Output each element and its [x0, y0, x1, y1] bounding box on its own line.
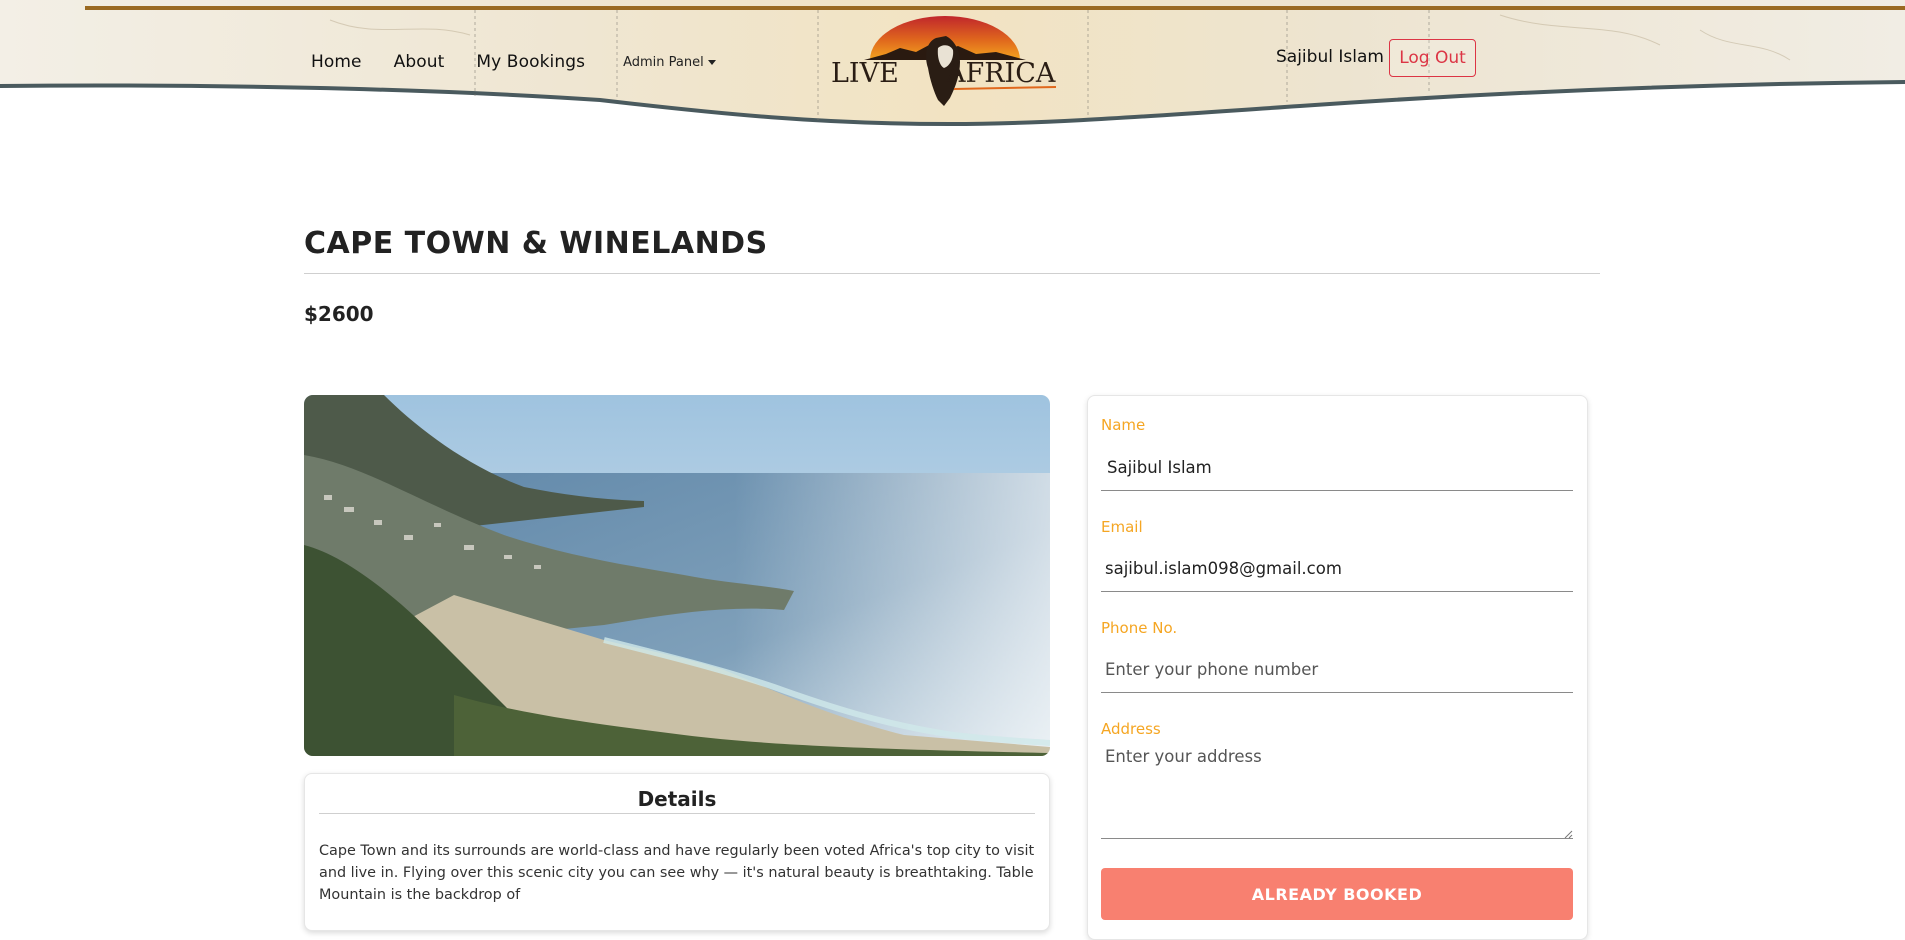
booking-form: Name Email Phone No. Address ALREADY BOO…: [1087, 395, 1588, 940]
svg-text:AFRICA: AFRICA: [945, 58, 1056, 89]
title-divider: [304, 273, 1600, 274]
already-booked-button[interactable]: ALREADY BOOKED: [1101, 868, 1573, 920]
tour-photo: [304, 395, 1050, 756]
site-header: Home About My Bookings Admin Panel LIVE …: [0, 0, 1905, 130]
admin-panel-label: Admin Panel: [623, 54, 704, 70]
address-field[interactable]: [1101, 743, 1573, 839]
details-divider: [319, 813, 1035, 814]
user-name: Sajibul Islam: [1276, 47, 1384, 67]
main-nav: Home About My Bookings Admin Panel: [311, 52, 716, 72]
tour-title: CAPE TOWN & WINELANDS: [304, 226, 768, 261]
live-africa-logo[interactable]: LIVE AFRICA: [826, 14, 1064, 116]
details-card: Details Cape Town and its surrounds are …: [304, 773, 1050, 931]
details-heading: Details: [637, 787, 717, 811]
nav-home-link[interactable]: Home: [311, 52, 362, 72]
coastline-photo: [304, 395, 1050, 756]
nav-about-link[interactable]: About: [394, 52, 445, 72]
email-field[interactable]: [1101, 545, 1573, 592]
phone-field[interactable]: [1101, 646, 1573, 693]
name-label: Name: [1101, 416, 1146, 434]
caret-down-icon: [707, 59, 716, 65]
logout-button[interactable]: Log Out: [1389, 39, 1476, 77]
resize-handle-icon[interactable]: [1564, 830, 1573, 839]
email-label: Email: [1101, 518, 1143, 536]
phone-label: Phone No.: [1101, 619, 1178, 637]
admin-panel-dropdown[interactable]: Admin Panel: [623, 55, 716, 70]
address-label: Address: [1101, 720, 1161, 738]
details-text: Cape Town and its surrounds are world-cl…: [319, 843, 1035, 903]
nav-my-bookings-link[interactable]: My Bookings: [476, 52, 585, 72]
tour-price: $2600: [304, 302, 374, 326]
name-field[interactable]: [1101, 444, 1573, 491]
svg-text:LIVE: LIVE: [831, 58, 899, 89]
